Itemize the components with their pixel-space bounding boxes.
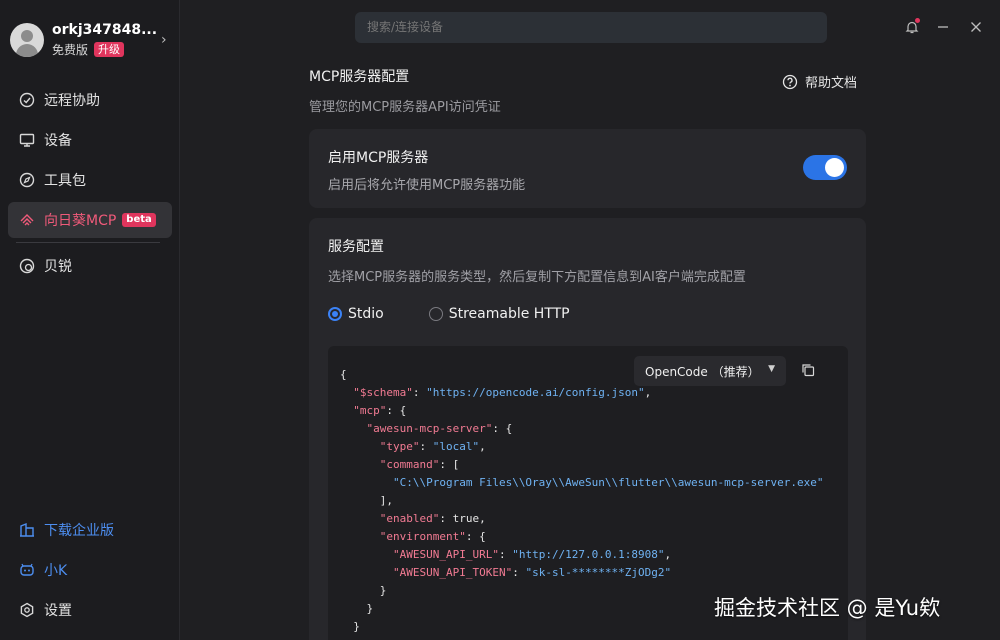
bot-icon [20,563,34,576]
help-docs-label: 帮助文档 [805,76,858,91]
upgrade-badge[interactable]: 升级 [94,42,125,57]
service-config-card: 服务配置 选择MCP服务器的服务类型，然后复制下方配置信息到AI客户端完成配置 … [309,218,866,640]
oray-icon [19,258,35,274]
remote-assist-icon [19,92,35,108]
mcp-icon [20,214,34,226]
sidebar-item-label: 小K [44,563,68,579]
chevron-right-icon[interactable]: › [161,32,167,48]
sidebar-item-mcp[interactable]: 向日葵MCP beta [8,202,172,238]
profile-card[interactable]: orkj347848... 免费版 升级 › [10,20,170,60]
compass-icon [19,172,35,188]
copy-icon[interactable] [798,360,818,380]
nav-divider [16,242,160,243]
sidebar: orkj347848... 免费版 升级 › 远程协助 设备 工具包 向日葵MC… [0,0,180,640]
sidebar-item-label: 设备 [44,133,72,149]
plan-label: 免费版 [52,43,89,57]
page-title: MCP服务器配置 [309,69,410,85]
client-select-dropdown[interactable]: OpenCode （推荐） ▼ [634,356,786,386]
bell-icon[interactable] [901,16,923,38]
enable-mcp-subtitle: 启用后将允许使用MCP服务器功能 [328,178,526,193]
username: orkj347848... [52,22,157,38]
sidebar-item-label: 向日葵MCP [44,213,117,229]
building-icon [20,522,34,537]
client-select-value: OpenCode （推荐） [645,364,760,379]
page-subtitle: 管理您的MCP服务器API访问凭证 [309,100,501,115]
sidebar-item-download-enterprise[interactable]: 下载企业版 [8,512,172,548]
avatar[interactable] [10,23,44,57]
radio-stdio[interactable] [328,307,342,321]
enable-mcp-title: 启用MCP服务器 [328,150,429,166]
radio-streamable-http-label[interactable]: Streamable HTTP [449,306,570,322]
minimize-icon[interactable] [932,16,954,38]
close-icon[interactable] [965,16,987,38]
sidebar-item-xiaok[interactable]: 小K [8,552,172,588]
service-config-subtitle: 选择MCP服务器的服务类型，然后复制下方配置信息到AI客户端完成配置 [328,270,746,285]
sidebar-item-oray[interactable]: 贝锐 [8,248,172,284]
sidebar-item-label: 下载企业版 [44,523,114,539]
sidebar-item-toolkit[interactable]: 工具包 [8,162,172,198]
help-docs-link[interactable]: 帮助文档 [782,72,857,91]
monitor-icon [19,133,35,147]
sidebar-item-remote-assist[interactable]: 远程协助 [8,82,172,118]
beta-badge: beta [122,213,156,227]
help-icon [782,74,798,89]
sidebar-item-label: 工具包 [44,173,86,189]
gear-icon [20,602,34,618]
sidebar-item-devices[interactable]: 设备 [8,122,172,158]
radio-streamable-http[interactable] [428,307,443,321]
sidebar-item-label: 贝锐 [44,259,72,275]
caret-down-icon: ▼ [768,364,775,374]
enable-mcp-toggle[interactable] [803,155,847,180]
sidebar-item-settings[interactable]: 设置 [8,592,172,628]
search-input[interactable] [355,12,827,43]
sidebar-item-label: 远程协助 [44,93,100,109]
sidebar-item-label: 设置 [44,603,72,619]
enable-mcp-card: 启用MCP服务器 启用后将允许使用MCP服务器功能 [309,129,866,208]
service-type-radio-group: Stdio Streamable HTTP [328,306,570,322]
service-config-title: 服务配置 [328,239,384,255]
watermark: 掘金技术社区 @ 是Yu欸 [714,596,941,620]
radio-stdio-label[interactable]: Stdio [348,306,384,322]
